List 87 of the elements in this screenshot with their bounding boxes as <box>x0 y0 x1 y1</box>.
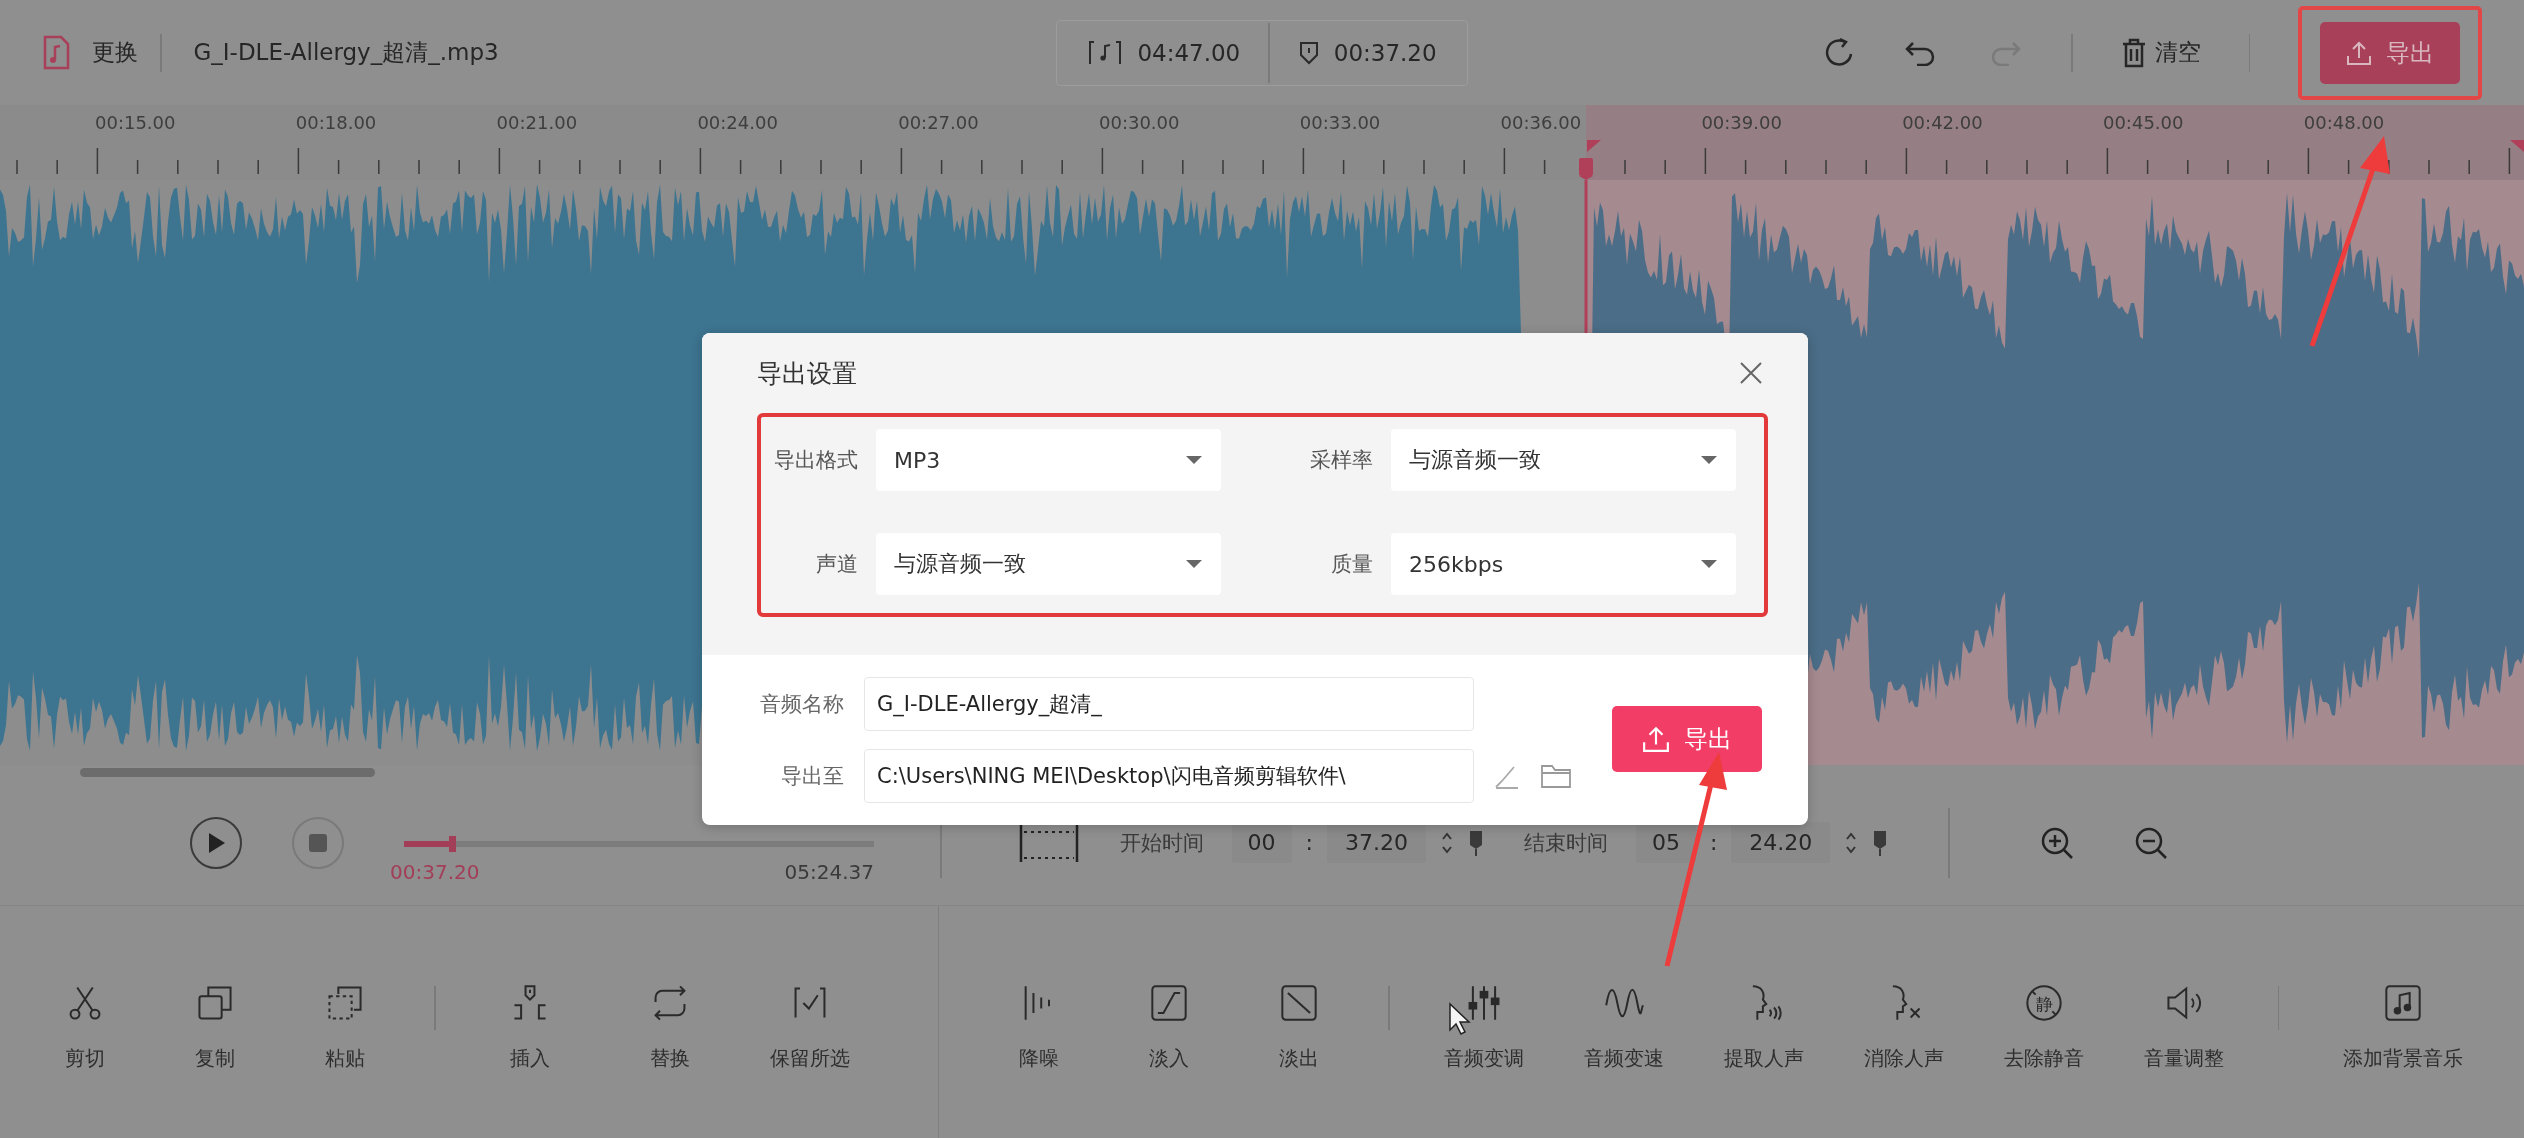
range-label: 开始时间 <box>1119 829 1204 857</box>
tool-button[interactable]: 插入 <box>459 973 600 1072</box>
shield-icon <box>1297 39 1320 66</box>
caret-icon <box>1700 455 1718 465</box>
close-icon[interactable] <box>1738 360 1764 386</box>
tool-button[interactable]: 消除人声 <box>1833 973 1974 1072</box>
export-button[interactable]: 导出 <box>1612 706 1762 772</box>
tool-button[interactable]: 复制 <box>150 973 280 1072</box>
music-note-icon <box>2383 983 2423 1023</box>
time-label: 00:18.00 <box>295 112 378 133</box>
time-label: 00:24.00 <box>697 112 779 133</box>
replace-link[interactable]: 更换 <box>92 37 138 68</box>
select-field[interactable]: 与源音频一致 <box>876 533 1221 595</box>
time-separator: : <box>1305 830 1313 855</box>
range-marker[interactable] <box>1587 140 1601 152</box>
range-label: 结束时间 <box>1523 829 1608 857</box>
minutes-field[interactable]: 00 <box>1231 822 1292 863</box>
tool-button[interactable]: 替换 <box>599 973 740 1072</box>
time-label: 00:36.00 <box>1500 112 1583 133</box>
select-field[interactable]: 256kbps <box>1391 533 1736 595</box>
seconds-field[interactable]: 37.20 <box>1326 822 1426 863</box>
zoom-in-icon[interactable] <box>2039 825 2074 860</box>
mouse-cursor-icon <box>1448 1002 1472 1036</box>
paste-icon <box>325 983 365 1023</box>
caret-icon <box>1185 559 1203 569</box>
path-field[interactable]: C:\Users\NING MEI\Desktop\闪电音频剪辑软件\ <box>864 749 1474 803</box>
clear-button[interactable]: 清空 <box>2154 37 2201 68</box>
silence-icon: 静 <box>2023 983 2064 1023</box>
tool-button[interactable]: 剪切 <box>20 973 150 1072</box>
time-separator: : <box>1709 830 1718 855</box>
time-label: 00:42.00 <box>1902 112 1984 133</box>
seconds-field[interactable]: 24.20 <box>1731 822 1831 863</box>
tool-button[interactable]: 淡入 <box>1104 973 1234 1072</box>
field-label: 导出至 <box>780 763 844 790</box>
stop-button[interactable] <box>292 816 344 869</box>
play-button[interactable] <box>190 816 242 869</box>
playhead-handle[interactable] <box>1579 158 1593 180</box>
stop-icon <box>307 831 329 854</box>
tool-button[interactable]: 淡出 <box>1234 973 1364 1072</box>
selection-time: 00:37.20 <box>1333 39 1437 66</box>
fade-out-icon <box>1279 983 1319 1023</box>
trash-icon[interactable] <box>2120 36 2147 69</box>
current-time: 00:37.20 <box>390 859 480 884</box>
tool-button[interactable]: 添加背景音乐 <box>2303 973 2503 1072</box>
time-label: 00:21.00 <box>496 112 579 133</box>
time-label: 00:15.00 <box>95 112 177 133</box>
tool-button[interactable]: 降噪 <box>974 973 1104 1072</box>
folder-icon[interactable] <box>1540 763 1572 789</box>
pin-icon[interactable] <box>1872 828 1889 857</box>
tool-button[interactable]: 音频变调 <box>1413 973 1554 1072</box>
setting-label: 质量 <box>1330 551 1374 578</box>
time-label: 00:33.00 <box>1299 112 1382 133</box>
setting-label: 采样率 <box>1309 447 1374 474</box>
select-field[interactable]: MP3 <box>876 429 1221 491</box>
music-file-icon <box>42 34 70 71</box>
select-field[interactable]: 与源音频一致 <box>1391 429 1736 491</box>
time-label: 00:45.00 <box>2102 112 2185 133</box>
caret-icon <box>1700 559 1718 569</box>
time-label: 00:30.00 <box>1099 112 1181 133</box>
upload-icon <box>1642 725 1670 753</box>
tool-button[interactable]: 音频变速 <box>1553 973 1694 1072</box>
tool-button[interactable]: 提取人声 <box>1693 973 1834 1072</box>
time-label: 00:48.00 <box>2303 112 2386 133</box>
name-field[interactable]: G_I-DLE-Allergy_超清_ <box>864 677 1474 731</box>
tool-button[interactable]: 粘贴 <box>280 973 410 1072</box>
time-label: 00:39.00 <box>1701 112 1783 133</box>
tool-button[interactable]: 音量调整 <box>2113 973 2254 1072</box>
zoom-out-icon[interactable] <box>2133 825 2168 860</box>
tool-button[interactable]: 保留所选 <box>739 973 880 1072</box>
export-button[interactable]: 导出 <box>2320 21 2460 84</box>
file-name: G_I-DLE-Allergy_超清_.mp3 <box>193 38 499 67</box>
bracketed-note-icon <box>1087 39 1124 66</box>
total-time: 05:24.37 <box>784 859 874 884</box>
time-label: 00:27.00 <box>898 112 980 133</box>
caret-icon <box>1185 455 1203 465</box>
duration-text: 04:47.00 <box>1137 39 1241 66</box>
range-marker[interactable] <box>2510 140 2524 152</box>
field-label: 音频名称 <box>759 691 844 718</box>
setting-label: 导出格式 <box>773 447 859 474</box>
pin-icon[interactable] <box>1467 828 1484 857</box>
upload-icon <box>2346 39 2372 66</box>
setting-label: 声道 <box>815 551 859 578</box>
dialog-title: 导出设置 <box>757 357 857 390</box>
scrollbar-thumb[interactable] <box>80 768 375 777</box>
tool-button[interactable]: 静 去除静音 <box>1973 973 2114 1072</box>
copy-icon <box>195 983 235 1023</box>
fade-in-icon <box>1149 983 1189 1023</box>
